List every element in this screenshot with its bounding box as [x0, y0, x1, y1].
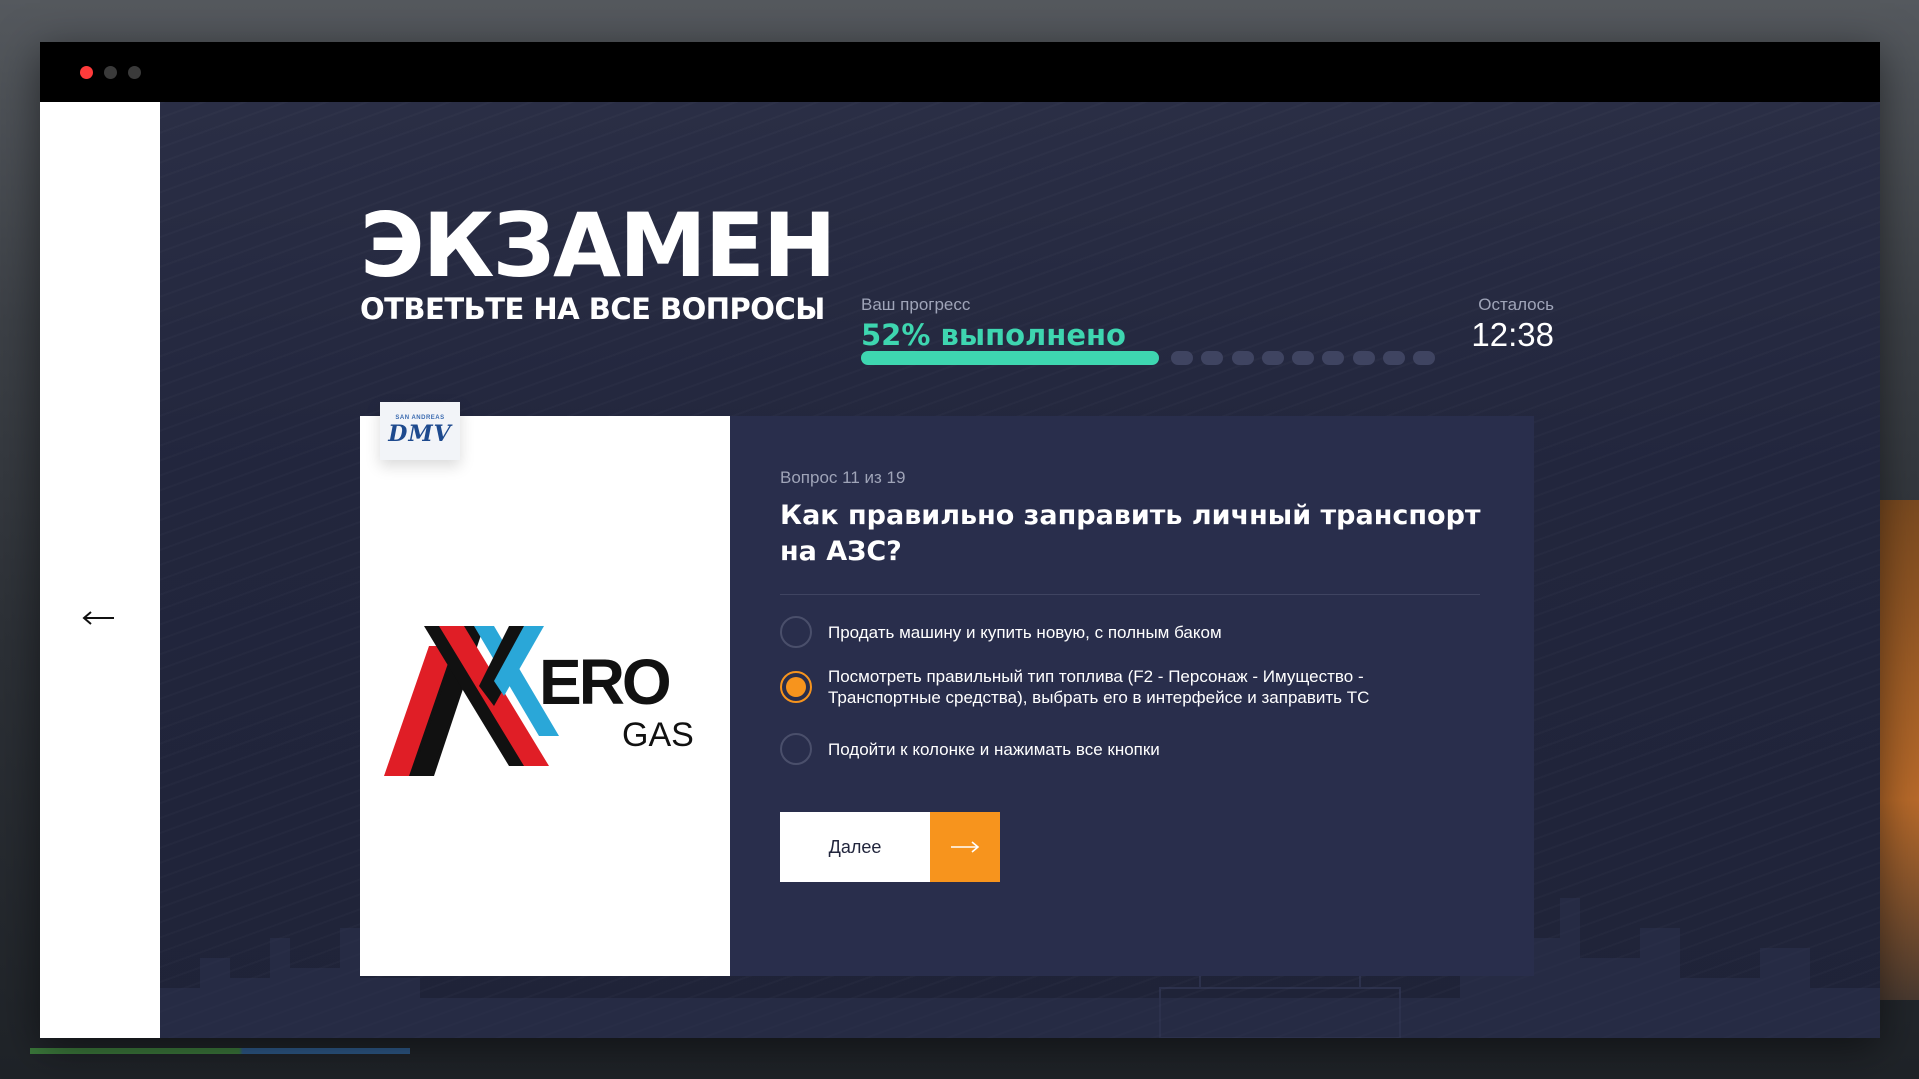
arrow-right-icon: [951, 841, 980, 853]
progress-segment: [1262, 351, 1284, 365]
answer-option-1[interactable]: Продать машину и купить новую, с полным …: [780, 616, 1468, 648]
question-text: Как правильно заправить личный транспорт…: [780, 500, 1481, 567]
arrow-left-icon: [82, 611, 114, 625]
progress-segment: [1383, 351, 1405, 365]
timer-label: Осталось: [1478, 295, 1554, 314]
question-counter: Вопрос 11 из 19: [780, 468, 906, 487]
page-title: ЭКЗАМЕН: [360, 194, 836, 297]
back-button[interactable]: [82, 606, 116, 630]
progress-segment: [1413, 351, 1435, 365]
progress-segment: [1201, 351, 1223, 365]
progress-value: 52% выполнено: [861, 318, 1126, 352]
progress-label: Ваш прогресс: [861, 295, 971, 314]
window-titlebar: [40, 42, 1880, 102]
answer-option-label: Подойти к колонке и нажимать все кнопки: [828, 739, 1160, 759]
window-maximize-dot[interactable]: [128, 66, 141, 79]
radio-button[interactable]: [780, 733, 812, 765]
logo-wordmark: ERO: [539, 646, 670, 718]
progress-segment: [1232, 351, 1254, 365]
next-button[interactable]: Далее: [780, 812, 1000, 882]
exam-main: ЭКЗАМЕН ОТВЕТЬТЕ НА ВСЕ ВОПРОСЫ Ваш прог…: [160, 102, 1880, 1038]
next-button-arrow[interactable]: [930, 812, 1000, 882]
sidebar: [40, 102, 160, 1038]
progress-bar: [861, 351, 1435, 365]
question-card: SAN ANDREAS DMV ERO GAS Вопрос 11 из 19: [360, 402, 1534, 976]
exam-window: ЭКЗАМЕН ОТВЕТЬТЕ НА ВСЕ ВОПРОСЫ Ваш прог…: [40, 42, 1880, 1038]
window-minimize-dot[interactable]: [104, 66, 117, 79]
progress-segment: [1322, 351, 1344, 365]
page-subtitle: ОТВЕТЬТЕ НА ВСЕ ВОПРОСЫ: [360, 292, 825, 326]
next-button-label: Далее: [780, 812, 930, 882]
radio-selected-indicator: [786, 677, 806, 697]
progress-segment: [1353, 351, 1375, 365]
radio-button[interactable]: [780, 616, 812, 648]
dmv-logo-text: DMV: [388, 421, 452, 447]
answer-option-2[interactable]: Посмотреть правильный тип топлива (F2 - …: [780, 666, 1468, 708]
answer-option-label: Посмотреть правильный тип топлива (F2 - …: [828, 667, 1370, 707]
progress-bar-fill: [861, 351, 1159, 365]
answer-option-label: Продать машину и купить новую, с полным …: [828, 622, 1222, 642]
window-close-dot[interactable]: [80, 66, 93, 79]
timer-value: 12:38: [1471, 316, 1554, 353]
dmv-logo: SAN ANDREAS DMV: [380, 402, 460, 460]
progress-segment: [1292, 351, 1314, 365]
question-divider: [780, 594, 1480, 595]
radio-button-selected[interactable]: [780, 671, 812, 703]
progress-segment: [1171, 351, 1193, 365]
game-hud-strip: [30, 1048, 410, 1054]
logo-sub-wordmark: GAS: [622, 716, 694, 754]
xero-gas-logo: ERO GAS: [384, 626, 694, 776]
answer-option-3[interactable]: Подойти к колонке и нажимать все кнопки: [780, 733, 1468, 765]
question-image-panel: SAN ANDREAS DMV ERO GAS: [360, 402, 730, 976]
